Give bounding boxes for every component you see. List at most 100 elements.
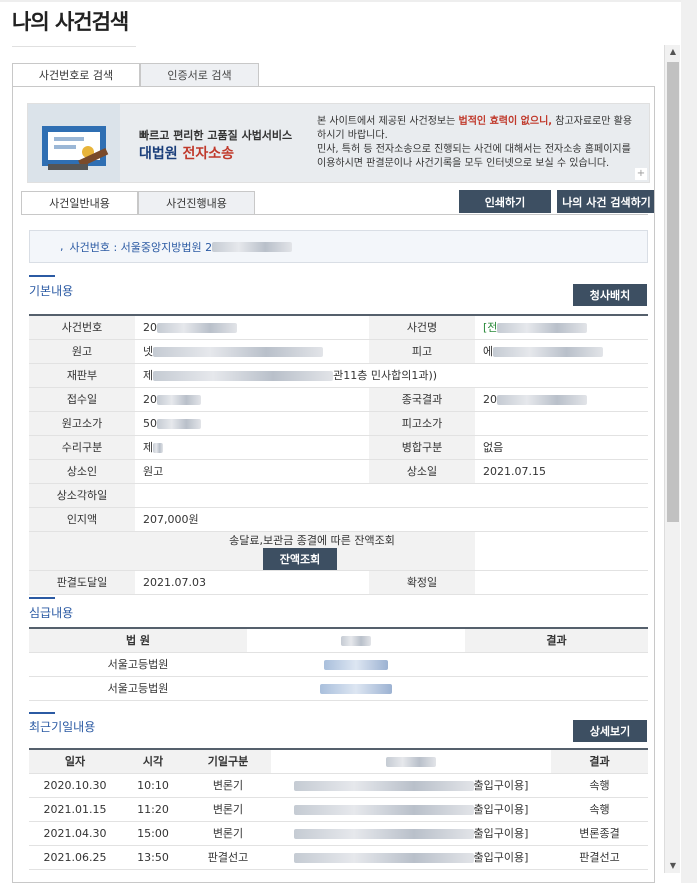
hearing-time: 11:20: [121, 797, 185, 822]
trial-result: [465, 676, 648, 701]
header-result: 결과: [465, 628, 648, 653]
tab-case-general[interactable]: 사건일반내용: [21, 191, 138, 215]
cell-value: 없음: [475, 435, 648, 460]
cell-value: 원고: [135, 459, 369, 484]
plaintiff-amount-value: 50: [143, 416, 157, 430]
cell-value: 207,000원: [135, 507, 648, 532]
claim-layout-button[interactable]: 청사배치: [573, 284, 647, 306]
trial-court: 서울고등법원: [29, 652, 247, 677]
table-row: 서울고등법원: [29, 652, 648, 677]
cell-label: 상소일: [369, 459, 475, 484]
masked-text: [341, 635, 371, 646]
masked-text: [157, 322, 237, 333]
cell-value: 50: [135, 411, 369, 436]
banner-expand-icon[interactable]: +: [635, 168, 647, 180]
inner-tab-divider: [21, 214, 648, 215]
masked-text: [293, 781, 474, 791]
case-number-text: 사건번호 : 서울중앙지방법원 2: [69, 240, 213, 254]
hearing-kind: 변론기: [185, 797, 271, 822]
cell-label: 수리구분: [29, 435, 135, 460]
cell-label: 원고소가: [29, 411, 135, 436]
print-button[interactable]: 인쇄하기: [459, 190, 551, 213]
hearing-place: 출입구이용]: [271, 773, 551, 798]
masked-text: [157, 418, 201, 429]
table-row: 서울고등법원: [29, 676, 648, 701]
cell-label: 사건명: [369, 315, 475, 340]
gavel-icon: [42, 126, 109, 170]
table-row: 수리구분 제 병합구분 없음: [29, 435, 648, 460]
hearing-result: 속행: [551, 797, 648, 822]
cell-value: [135, 483, 648, 508]
cell-label: 인지액: [29, 507, 135, 532]
masked-text: [386, 756, 436, 767]
section-bar: [29, 712, 55, 714]
hearing-date: 2020.10.30: [29, 773, 121, 798]
place-tail: 출입구이용]: [473, 827, 529, 840]
balance-lookup-button[interactable]: 잔액조회: [263, 547, 337, 570]
table-row: 송달료,보관금 종결에 따른 잔액조회 잔액조회: [29, 531, 648, 571]
hearing-date: 2021.06.25: [29, 845, 121, 870]
tab-case-number-search[interactable]: 사건번호로 검색: [12, 63, 140, 87]
plaintiff-value: 넷: [143, 345, 154, 358]
cell-label: 확정일: [369, 570, 475, 595]
header-time: 시각: [121, 749, 185, 774]
case-no-value: 20: [143, 320, 157, 334]
cell-value: 에: [475, 339, 648, 364]
hearing-result: 변론종결: [551, 821, 648, 846]
masked-text: [293, 805, 474, 815]
section-bar: [29, 597, 55, 599]
my-case-search-button[interactable]: 나의 사건 검색하기: [557, 190, 654, 213]
tab-certificate-search[interactable]: 인증서로 검색: [140, 63, 259, 87]
table-row: 2021.04.30 15:00 변론기 출입구이용] 변론종결: [29, 821, 648, 846]
cell-label: 상소인: [29, 459, 135, 484]
notice-part-1: 본 사이트에서 제공된 사건정보는: [317, 116, 459, 127]
table-row: 인지액 207,000원: [29, 507, 648, 532]
cell-label: 재판부: [29, 363, 135, 388]
section-bar: [29, 275, 55, 277]
court-illustration: [28, 104, 120, 182]
table-row: 사건번호 20 사건명 [전: [29, 315, 648, 340]
trial-court: 서울고등법원: [29, 676, 247, 701]
banner-notice: 본 사이트에서 제공된 사건정보는 법적인 효력이 없으니, 참고자료로만 활용…: [317, 115, 637, 171]
scroll-thumb[interactable]: [667, 62, 679, 522]
place-tail: 출입구이용]: [473, 779, 529, 792]
trial-result: [465, 652, 648, 677]
masked-text: [497, 394, 587, 405]
cell-label: 접수일: [29, 387, 135, 412]
header-case-no: [247, 628, 465, 653]
table-row: 재판부 제 관11층 민사합의1과)): [29, 363, 648, 388]
defendant-value: 에: [483, 345, 494, 358]
trial-case-no[interactable]: [247, 652, 465, 677]
table-row: 상소인 원고 상소일 2021.07.15: [29, 459, 648, 484]
masked-text: [493, 347, 604, 357]
place-tail: 출입구이용]: [473, 851, 529, 864]
section-trial-title: 심급내용: [29, 606, 74, 620]
final-result-value: 20: [483, 392, 497, 406]
trial-case-no[interactable]: [247, 676, 465, 701]
scroll-down-icon[interactable]: ▼: [665, 859, 681, 873]
hearing-kind: 변론기: [185, 773, 271, 798]
recent-hearings-table: 일자 시각 기일구분 결과 2020.10.30 10:10 변론기 출입구이용…: [29, 748, 648, 870]
masked-text: [157, 394, 201, 405]
banner-brand[interactable]: 대법원 전자소송: [139, 143, 234, 163]
cell-label: 종국결과: [369, 387, 475, 412]
balance-lookup-cell: 송달료,보관금 종결에 따른 잔액조회 잔액조회: [29, 531, 475, 571]
scroll-up-icon[interactable]: ▲: [665, 45, 681, 59]
hearing-result: 판결선고: [551, 845, 648, 870]
vertical-scrollbar[interactable]: ▲ ▼: [664, 45, 680, 873]
table-header-row: 법 원 결과: [29, 628, 648, 653]
detail-tabs: 사건일반내용 사건진행내용: [21, 191, 255, 215]
hearing-time: 13:50: [121, 845, 185, 870]
table-row: 원고소가 50 피고소가: [29, 411, 648, 436]
header-court: 법 원: [29, 628, 247, 653]
cell-value: 제 관11층 민사합의1과)): [135, 363, 648, 388]
table-header-row: 일자 시각 기일구분 결과: [29, 749, 648, 774]
ecourt-banner: 빠르고 편리한 고품질 사법서비스 대법원 전자소송 본 사이트에서 제공된 사…: [27, 103, 650, 183]
cell-value: 제: [135, 435, 369, 460]
detail-view-button[interactable]: 상세보기: [573, 720, 647, 742]
cell-value: 2021.07.03: [135, 570, 369, 595]
cell-label: 판결도달일: [29, 570, 135, 595]
tab-case-progress[interactable]: 사건진행내용: [138, 191, 255, 215]
cell-value: 20: [135, 315, 369, 340]
hearing-time: 10:10: [121, 773, 185, 798]
